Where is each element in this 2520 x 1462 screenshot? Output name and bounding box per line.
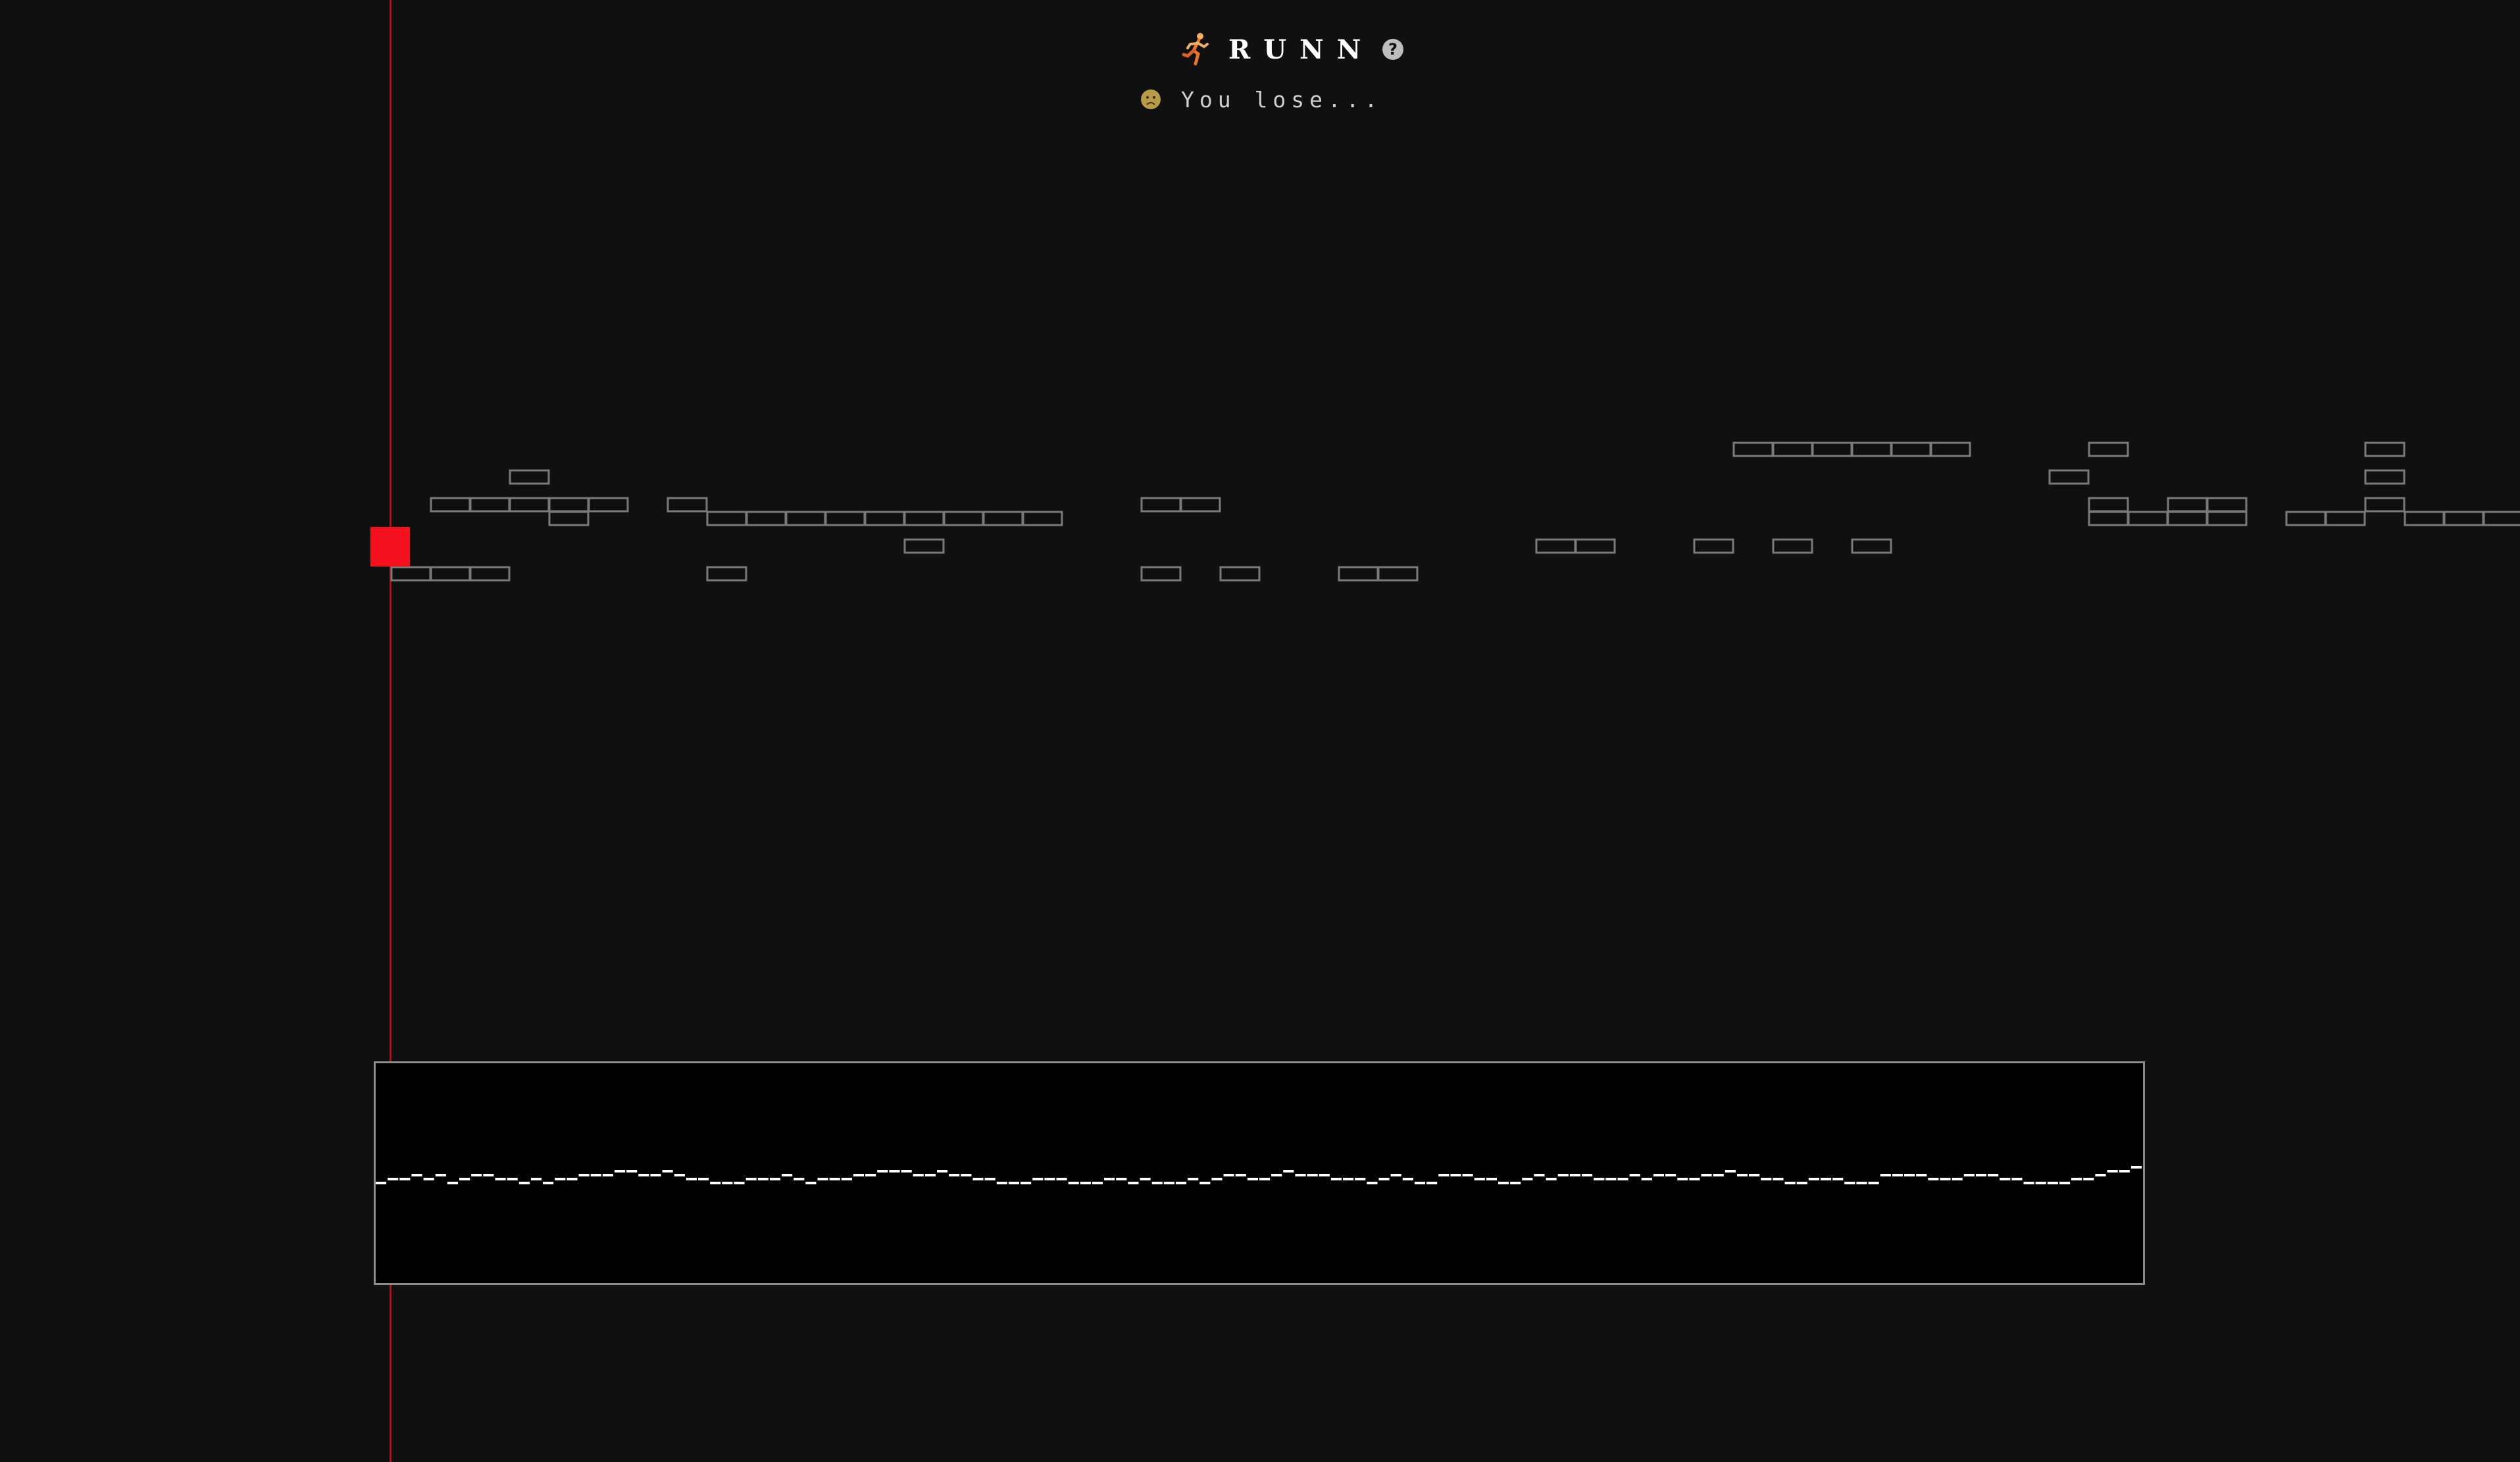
waveform-panel [374,1061,2145,1285]
platform-block [1219,566,1261,582]
platform-block [430,497,471,513]
platform-block [864,511,905,526]
platform-block [2404,511,2445,526]
waveform-plot [376,1166,2142,1184]
platform-block [903,511,945,526]
platform-block [390,566,432,582]
platform-block [2285,511,2327,526]
platform-block [509,469,550,485]
platform-block [2088,441,2129,457]
platform-block [548,497,590,513]
platform-block [785,511,826,526]
platform-block [2325,511,2366,526]
platform-block [469,566,511,582]
platform-block [667,497,708,513]
platform-block [1890,441,1932,457]
platform-block [1732,441,1774,457]
platform-block [1851,538,1892,554]
platform-block [548,511,590,526]
platform-block [1377,566,1419,582]
platform-block [430,566,471,582]
platform-block [469,497,511,513]
platform-block [1140,566,1182,582]
platform-block [2482,511,2520,526]
platform-block [2048,469,2090,485]
platform-block [1930,441,1971,457]
platform-block [2088,511,2129,526]
platform-block [706,511,747,526]
platform-block [2206,511,2248,526]
platform-block [1180,497,1221,513]
platform-block [982,511,1024,526]
platform-block [1575,538,1616,554]
platform-block [2364,469,2406,485]
platform-block [1338,566,1379,582]
platform-block [588,497,629,513]
platform-block [2206,497,2248,513]
platform-block [1693,538,1734,554]
platform-block [706,566,747,582]
platform-block [1811,441,1853,457]
platform-block [2364,497,2406,513]
platform-block [2443,511,2484,526]
platform-block [2127,511,2169,526]
platform-block [1772,441,1813,457]
player-block [370,527,410,567]
platform-field [390,441,2520,582]
platform-block [2088,497,2129,513]
platform-block [1851,441,1892,457]
platform-block [1772,538,1813,554]
platform-block [1140,497,1182,513]
platform-block [1022,511,1063,526]
platform-block [903,538,945,554]
platform-block [509,497,550,513]
platform-block [943,511,984,526]
platform-block [2364,441,2406,457]
platform-block [745,511,787,526]
platform-block [2167,497,2208,513]
platform-block [824,511,866,526]
platform-block [1535,538,1576,554]
platform-block [2167,511,2208,526]
